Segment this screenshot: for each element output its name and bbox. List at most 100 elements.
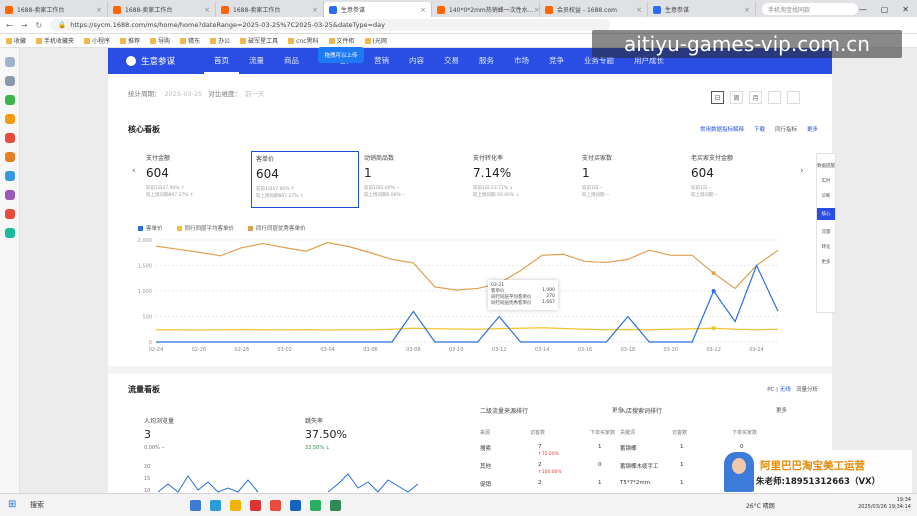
tab-close-icon[interactable]: ×	[96, 6, 102, 14]
keyword-more-link[interactable]: 更多	[776, 406, 787, 414]
bookmark-item[interactable]: 破军星工具	[240, 36, 278, 45]
forward-icon[interactable]: →	[21, 21, 28, 30]
metric-value: 1	[364, 166, 372, 180]
tab-close-icon[interactable]: ×	[534, 6, 539, 14]
app-logo[interactable]: 生意参谋	[108, 55, 204, 67]
nav-item[interactable]: 市场	[504, 48, 539, 74]
side-item[interactable]: 流量	[817, 229, 835, 235]
browser-tab[interactable]: 生意参谋 ×	[324, 2, 432, 17]
system-clock[interactable]: 19:34 2025/03/26 19:34:14	[858, 497, 911, 511]
side-item[interactable]: 实时	[817, 178, 835, 184]
metric-compare: 较前1日 -- 较上周同期 --	[582, 185, 686, 199]
browser-tab[interactable]: 1688-卖家工作台 ×	[216, 2, 324, 17]
metric-compare-week: 较上周同期 --	[582, 193, 610, 198]
bookmark-item[interactable]: 推荐	[120, 36, 140, 45]
wechat-icon[interactable]	[310, 500, 321, 511]
add-icon[interactable]	[4, 76, 15, 86]
windows-start-icon[interactable]: ⊞	[8, 499, 16, 510]
app-icon[interactable]	[4, 133, 15, 143]
nav-item[interactable]: 内容	[399, 48, 434, 74]
tooltip-value: 1,667	[542, 300, 555, 305]
taskbar-search[interactable]: 搜索	[30, 500, 44, 510]
core-link[interactable]: 常用数据指标解释	[700, 125, 744, 133]
prev-arrow-icon[interactable]: ‹	[132, 166, 136, 176]
side-item[interactable]: 转化	[817, 244, 835, 250]
bookmark-item[interactable]: 办公	[210, 36, 230, 45]
side-item[interactable]: 核心	[817, 208, 835, 220]
side-item[interactable]: 诊断	[817, 193, 835, 199]
edge-icon[interactable]	[210, 500, 221, 511]
home-icon[interactable]	[4, 57, 15, 67]
bookmark-item[interactable]: 文件柜	[329, 36, 355, 45]
browser-tab[interactable]: 1688-卖家工作台 ×	[108, 2, 216, 17]
side-item[interactable]: 更多	[817, 259, 835, 265]
app-icon[interactable]	[270, 500, 281, 511]
tab-close-icon[interactable]: ×	[636, 6, 642, 14]
app-icon[interactable]	[4, 95, 15, 105]
nav-item[interactable]: 商品	[274, 48, 309, 74]
weather-widget[interactable]: 26°C 晴朗	[746, 501, 775, 510]
browser-tab[interactable]: 1688-卖家工作台 ×	[0, 2, 108, 17]
url-field[interactable]: 🔒 https://sycm.1688.com/ms/home/home?date…	[50, 19, 611, 31]
browser-tab[interactable]: 会员权益 - 1688.com ×	[540, 2, 648, 17]
nav-item[interactable]: 营销	[364, 48, 399, 74]
nav-item[interactable]: 交易	[434, 48, 469, 74]
nav-item[interactable]: 流量	[239, 48, 274, 74]
keyword-table-cell: 蓄钢椰	[620, 446, 637, 452]
nav-item[interactable]: 服务	[469, 48, 504, 74]
back-icon[interactable]: ←	[6, 21, 13, 30]
bookmark-item[interactable]: 小程序	[84, 36, 110, 45]
tab-favicon-icon	[653, 5, 661, 14]
next-arrow-icon[interactable]: ›	[800, 166, 804, 176]
device-switch[interactable]: PC | 无线 流量分析	[767, 385, 818, 393]
date-type-button[interactable]	[787, 91, 800, 104]
app-icon[interactable]	[4, 228, 15, 238]
x-tick-label: 03-16	[578, 347, 593, 353]
tab-close-icon[interactable]: ×	[204, 6, 210, 14]
date-type-button[interactable]: 日	[711, 91, 724, 104]
minimize-icon[interactable]: —	[859, 5, 867, 14]
bookmark-item[interactable]: cnc黑科	[288, 36, 318, 45]
metric-card[interactable]: 支付买家数 1 较前1日 -- 较上周同期 --	[578, 151, 686, 208]
bookmark-item[interactable]: 猜东	[180, 36, 200, 45]
side-item[interactable]: 数据提醒	[817, 163, 835, 169]
tab-close-icon[interactable]: ×	[744, 6, 750, 14]
date-type-button[interactable]: 月	[749, 91, 762, 104]
app-icon[interactable]	[4, 152, 15, 162]
metric-card[interactable]: 客单价 604 较前1日47.90% ↑ 较上周同期897.27% ↑	[251, 151, 359, 208]
bookmark-item[interactable]: 收藏	[6, 36, 26, 45]
app-icon[interactable]	[4, 190, 15, 200]
metric-card[interactable]: 支付金额 604 较前1日47.90% ↑ 较上周同期897.27% ↑	[142, 151, 250, 208]
nav-item[interactable]: 竞争	[539, 48, 574, 74]
browser-tab[interactable]: 生意参谋 ×	[648, 2, 756, 17]
app-icon[interactable]	[4, 114, 15, 124]
metric-card[interactable]: 动销商品数 1 较前1日0.00% -- 较上周同期0.00% --	[360, 151, 468, 208]
nav-item[interactable]: 首页	[204, 48, 239, 74]
wps-icon[interactable]	[250, 500, 261, 511]
tab-close-icon[interactable]: ×	[420, 6, 426, 14]
bookmark-item[interactable]: 手机收藏夹	[36, 36, 74, 45]
core-link[interactable]: 同行指标	[775, 125, 797, 133]
date-type-button[interactable]: 周	[730, 91, 743, 104]
metric-card[interactable]: 支付转化率 7.14% 较前1日-23.71% ↓ 较上周同期-50.00% ↓	[469, 151, 577, 208]
maximize-icon[interactable]: ▢	[881, 5, 889, 14]
app-icon[interactable]	[4, 209, 15, 219]
core-link[interactable]: 更多	[807, 125, 818, 133]
taskview-icon[interactable]	[190, 500, 201, 511]
upload-badge[interactable]: 拖拽可以上传	[318, 47, 364, 63]
close-window-icon[interactable]: ✕	[902, 5, 909, 14]
bookmark-item[interactable]: 导购	[150, 36, 170, 45]
app-icon[interactable]	[4, 171, 15, 181]
tab-close-icon[interactable]: ×	[312, 6, 318, 14]
metric-card[interactable]: 老买家支付金额 604 较前1日 -- 较上周同期 --	[687, 151, 795, 208]
bookmark-item[interactable]: (光网	[365, 36, 387, 45]
app-icon[interactable]	[290, 500, 301, 511]
app-icon[interactable]	[330, 500, 341, 511]
browser-tab[interactable]: 140*0*2mm热销蜂一次性水… ×	[432, 2, 540, 17]
reload-icon[interactable]: ↻	[35, 21, 42, 30]
explorer-icon[interactable]	[230, 500, 241, 511]
tab-search-box[interactable]: 手机淘宝找同款	[762, 3, 858, 15]
date-type-button[interactable]	[768, 91, 781, 104]
core-link[interactable]: 下载	[754, 125, 765, 133]
visitors-value: 3	[144, 428, 151, 441]
